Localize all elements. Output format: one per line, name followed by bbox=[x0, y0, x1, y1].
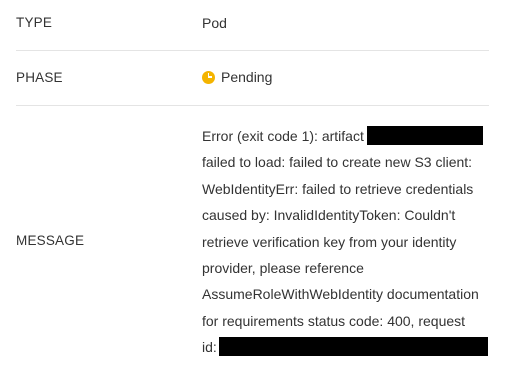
message-line: provider, please reference bbox=[202, 259, 364, 276]
message-line: WebIdentityErr: failed to retrieve crede… bbox=[202, 180, 474, 197]
detail-row-message: MESSAGE Error (exit code 1): artifact fa… bbox=[16, 106, 489, 370]
detail-row-type: TYPE Pod bbox=[16, 0, 489, 51]
redacted-block bbox=[366, 125, 483, 145]
message-line: failed to load: failed to create new S3 … bbox=[202, 154, 473, 171]
detail-row-phase: PHASE Pending bbox=[16, 50, 489, 106]
detail-key-message: MESSAGE bbox=[16, 233, 85, 248]
message-line: id: bbox=[202, 334, 492, 360]
detail-value-type: Pod bbox=[202, 15, 227, 31]
pending-clock-icon bbox=[202, 70, 215, 84]
detail-value-phase: Pending bbox=[202, 69, 272, 85]
detail-value-message: Error (exit code 1): artifact failed to … bbox=[202, 123, 492, 361]
message-line: for requirements status code: 400, reque… bbox=[202, 312, 466, 329]
detail-key-type: TYPE bbox=[16, 15, 53, 30]
detail-key-phase: PHASE bbox=[16, 70, 63, 85]
message-line: caused by: InvalidIdentityToken: Couldn'… bbox=[202, 207, 456, 224]
redacted-block bbox=[218, 336, 488, 356]
message-line: Error (exit code 1): artifact bbox=[202, 123, 492, 149]
message-line: retrieve verification key from your iden… bbox=[202, 233, 457, 250]
message-line: AssumeRoleWithWebIdentity documentation bbox=[202, 286, 479, 303]
phase-status-label: Pending bbox=[221, 69, 273, 85]
